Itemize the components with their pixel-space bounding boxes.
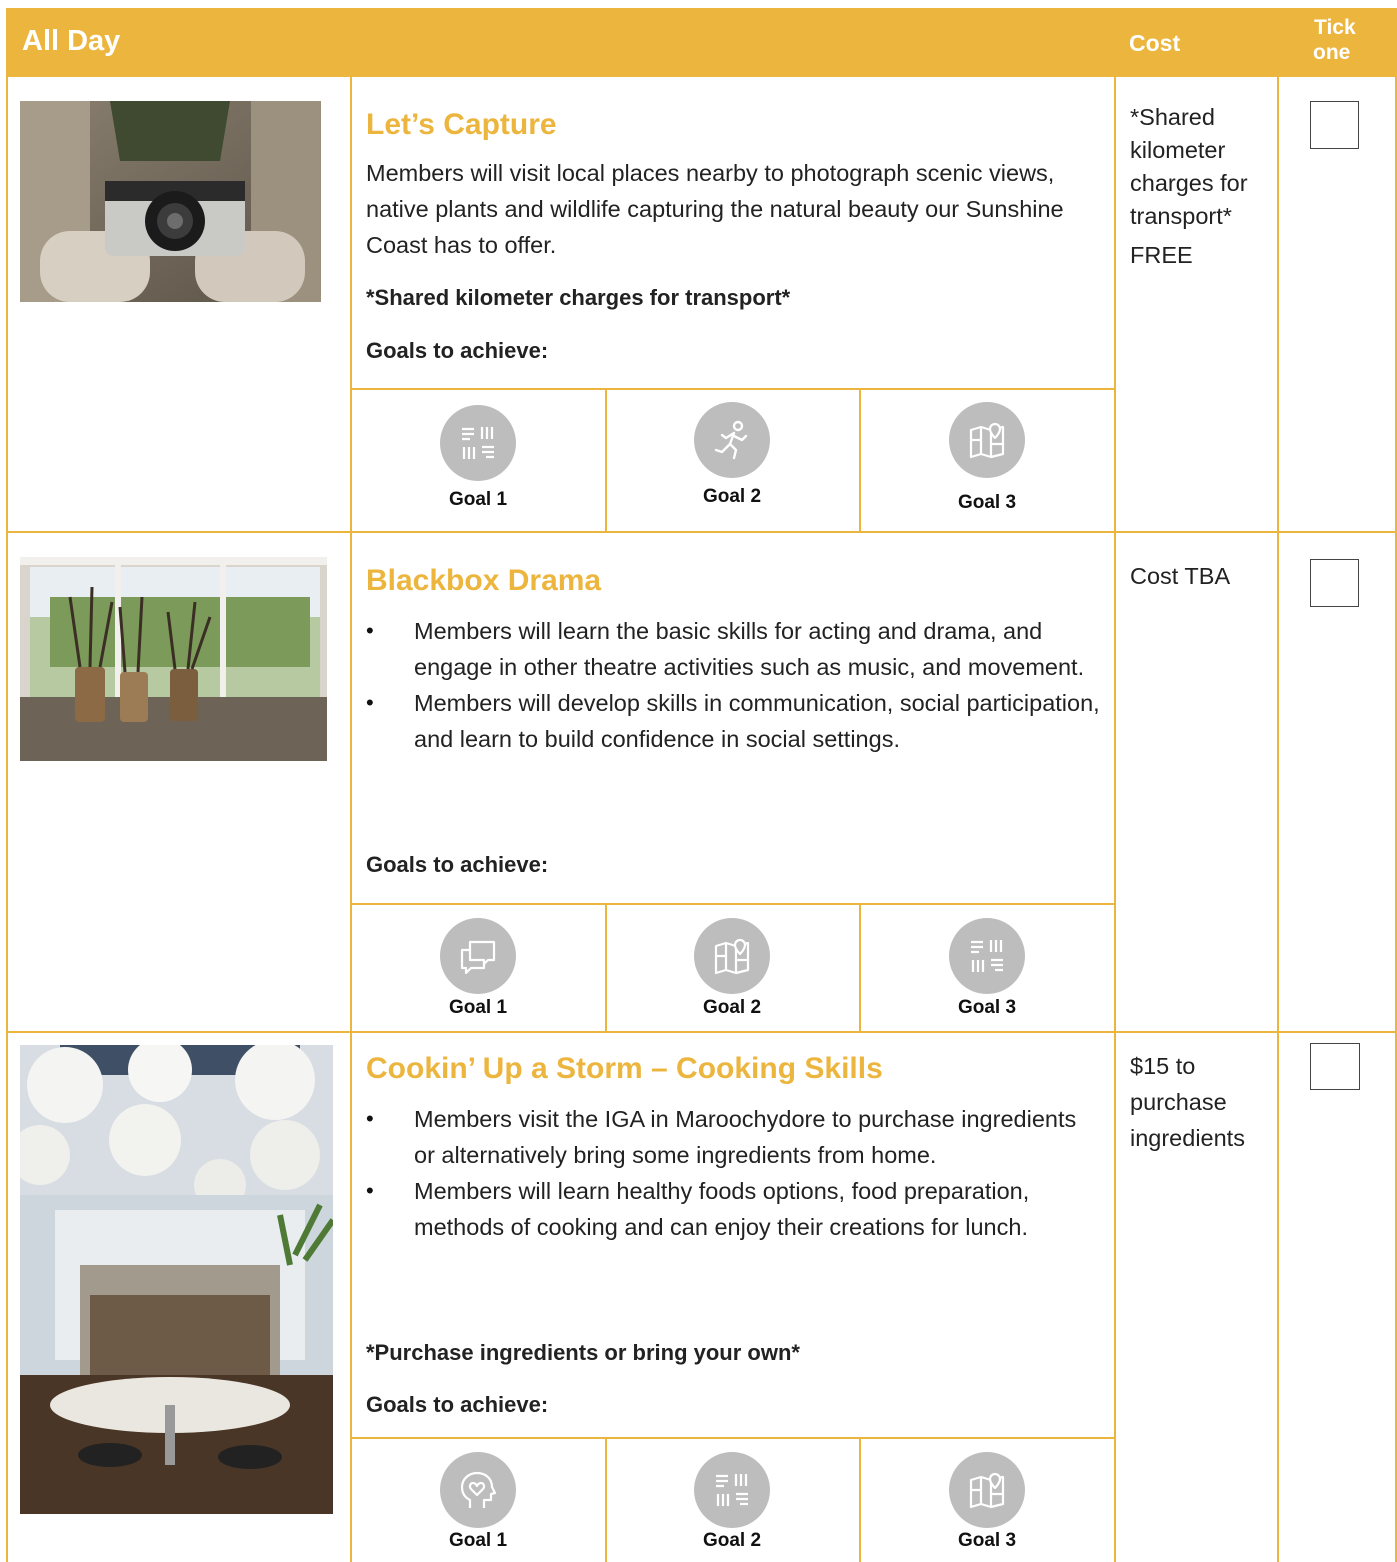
goals-col-divider bbox=[859, 903, 861, 1032]
shop-interior-photo bbox=[20, 1045, 333, 1514]
goal-label: Goal 1 bbox=[448, 1530, 508, 1551]
cost-line: transport* bbox=[1130, 203, 1232, 229]
tick-checkbox[interactable] bbox=[1310, 1043, 1360, 1090]
activity-description: Members will visit local places nearby t… bbox=[366, 160, 1064, 258]
goals-col-divider bbox=[859, 388, 861, 532]
cost-column-header: Cost bbox=[1129, 30, 1181, 56]
hands-icon bbox=[440, 405, 516, 481]
activity-title: Blackbox Drama bbox=[366, 564, 602, 597]
goal-label: Goal 2 bbox=[702, 997, 762, 1018]
cost-line: FREE bbox=[1130, 242, 1193, 268]
goal-label: Goal 2 bbox=[702, 486, 762, 507]
goals-col-divider bbox=[605, 903, 607, 1032]
activity-bullets: Members will learn the basic skills for … bbox=[366, 613, 1101, 757]
map-pin-icon bbox=[949, 402, 1025, 478]
hands-icon bbox=[694, 1452, 770, 1528]
map-pin-icon bbox=[949, 1452, 1025, 1528]
cost-line: $15 to bbox=[1130, 1053, 1196, 1079]
list-item: Members will learn healthy foods options… bbox=[366, 1173, 1101, 1245]
goals-divider bbox=[350, 903, 1116, 905]
cost-line: kilometer bbox=[1130, 137, 1226, 163]
goal-label: Goal 2 bbox=[702, 1530, 762, 1551]
goal-label: Goal 1 bbox=[448, 489, 508, 510]
goal-label: Goal 3 bbox=[957, 492, 1017, 513]
grid-line-image-col bbox=[350, 77, 352, 1562]
grid-line-cost-col bbox=[1277, 77, 1279, 1562]
grid-line-desc-col bbox=[1114, 77, 1116, 1562]
tick-column-header-line2: one bbox=[1313, 41, 1351, 64]
ingredients-note: *Purchase ingredients or bring your own* bbox=[366, 1340, 800, 1365]
cost-line: ingredients bbox=[1130, 1125, 1245, 1151]
camera-photo bbox=[20, 101, 321, 302]
tick-column-header-line1: Tick bbox=[1314, 16, 1356, 39]
goal-label: Goal 3 bbox=[957, 1530, 1017, 1551]
activity-title: Cookin’ Up a Storm – Cooking Skills bbox=[366, 1052, 883, 1085]
head-heart-icon bbox=[440, 1452, 516, 1528]
hands-icon bbox=[949, 918, 1025, 994]
table-header bbox=[6, 8, 1397, 77]
cost-line: *Shared bbox=[1130, 104, 1215, 130]
tick-checkbox[interactable] bbox=[1310, 101, 1359, 149]
goals-divider bbox=[350, 1437, 1116, 1439]
cost-cell: $15 to purchase ingredients bbox=[1130, 1048, 1270, 1156]
goals-heading: Goals to achieve: bbox=[366, 852, 549, 877]
goals-heading: Goals to achieve: bbox=[366, 338, 549, 363]
running-person-icon bbox=[694, 402, 770, 478]
activity-bullets: Members visit the IGA in Maroochydore to… bbox=[366, 1101, 1101, 1245]
row-divider-2 bbox=[6, 1031, 1397, 1033]
cost-cell: *Shared kilometer charges for transport*… bbox=[1130, 101, 1270, 272]
row-divider-1 bbox=[6, 531, 1397, 533]
activity-title: Let’s Capture bbox=[366, 108, 557, 141]
section-title: All Day bbox=[22, 25, 121, 57]
goal-label: Goal 3 bbox=[957, 997, 1017, 1018]
cost-line: charges for bbox=[1130, 170, 1248, 196]
list-item: Members visit the IGA in Maroochydore to… bbox=[366, 1101, 1101, 1173]
goals-col-divider bbox=[859, 1437, 861, 1562]
list-item: Members will learn the basic skills for … bbox=[366, 613, 1101, 685]
cost-cell: Cost TBA bbox=[1130, 560, 1270, 593]
cost-line: Cost TBA bbox=[1130, 563, 1231, 589]
cost-line: purchase bbox=[1130, 1089, 1227, 1115]
map-pin-icon bbox=[694, 918, 770, 994]
grid-line-left bbox=[6, 77, 8, 1562]
goals-heading: Goals to achieve: bbox=[366, 1392, 549, 1417]
goal-label: Goal 1 bbox=[448, 997, 508, 1018]
paintbrushes-photo bbox=[20, 557, 327, 761]
chat-bubbles-icon bbox=[440, 918, 516, 994]
tick-checkbox[interactable] bbox=[1310, 559, 1359, 607]
goals-divider bbox=[350, 388, 1116, 390]
list-item: Members will develop skills in communica… bbox=[366, 685, 1101, 757]
goals-col-divider bbox=[605, 388, 607, 532]
transport-note: *Shared kilometer charges for transport* bbox=[366, 285, 791, 310]
goals-col-divider bbox=[605, 1437, 607, 1562]
